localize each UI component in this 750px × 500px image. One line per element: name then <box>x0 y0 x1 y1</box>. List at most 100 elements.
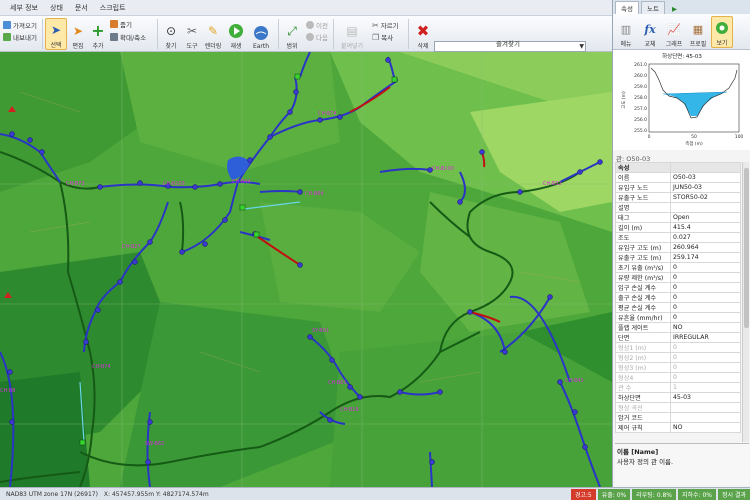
svg-text:100: 100 <box>735 134 744 140</box>
profile-tool-button[interactable]: ▦ 프로필 <box>687 16 709 49</box>
property-row[interactable]: 설명 <box>615 202 741 213</box>
graph-tool-button[interactable]: 📈 그래프 <box>663 16 685 49</box>
property-value[interactable]: 0 <box>670 282 741 293</box>
prev-button[interactable]: 이전 <box>306 20 328 30</box>
property-value[interactable] <box>670 202 741 213</box>
property-value[interactable]: 259.174 <box>670 252 741 263</box>
menu-details[interactable]: 세부 정보 <box>4 3 44 13</box>
property-value[interactable]: 0 <box>670 302 741 313</box>
svg-text:CH-B74: CH-B74 <box>92 364 111 370</box>
property-row[interactable]: 형상2 (m) 0 <box>615 352 741 363</box>
property-row[interactable]: 이름 O50-03 <box>615 172 741 183</box>
replace-tool-button[interactable]: fx 교체 <box>639 16 661 49</box>
property-row[interactable]: 유흔율 (mm/hr) 0 <box>615 312 741 323</box>
property-value[interactable]: 0 <box>670 352 741 363</box>
paste-button[interactable]: ▤ 붙여넣기 <box>338 18 366 50</box>
tab-more-icon[interactable]: ▶ <box>667 4 682 14</box>
property-key: 길이 (m) <box>615 222 671 233</box>
property-value[interactable] <box>670 402 741 413</box>
property-value[interactable]: 260.964 <box>670 242 741 253</box>
property-value[interactable]: JUN50-03 <box>670 182 741 193</box>
warning-badge[interactable]: 경고:5 <box>570 489 596 500</box>
panel-toolbar: ▥ 메뉴 fx 교체 📈 그래프 ▦ 프로필 보기 <box>613 14 750 50</box>
property-row[interactable]: 유량 제한 (m³/s) 0 <box>615 272 741 283</box>
select-button[interactable]: ➤ 선택 <box>45 18 67 50</box>
property-row[interactable]: 형상 곡선 <box>615 402 741 413</box>
menu-status[interactable]: 상태 <box>44 3 69 13</box>
property-row[interactable]: 제어 규칙 NO <box>615 422 741 433</box>
import-button[interactable]: 가져오기 <box>3 20 37 30</box>
property-row[interactable]: 형상4 0 <box>615 372 741 383</box>
property-value[interactable]: NO <box>670 422 741 433</box>
runoff-badge[interactable]: 유출: 0% <box>597 489 631 500</box>
property-row[interactable]: 형상1 (m) 0 <box>615 342 741 353</box>
render-button[interactable]: ✎ 렌더링 <box>202 18 224 50</box>
property-value[interactable] <box>670 412 741 423</box>
property-value[interactable] <box>670 162 741 173</box>
property-row[interactable]: 조도 0.027 <box>615 232 741 243</box>
property-row[interactable]: 길이 (m) 415.4 <box>615 222 741 233</box>
property-row[interactable]: 평균 손실 계수 0 <box>615 302 741 313</box>
add-button[interactable]: + 추가 <box>87 18 109 51</box>
property-value[interactable]: 0 <box>670 342 741 353</box>
range-button[interactable]: ⤢ 범위 <box>281 18 303 50</box>
find-button[interactable]: ⊙ 찾기 <box>160 18 182 50</box>
property-value[interactable]: 0 <box>670 362 741 373</box>
property-row[interactable]: 속성 <box>615 162 741 173</box>
next-button[interactable]: 다음 <box>306 32 328 42</box>
property-value[interactable]: IRREGULAR <box>670 332 741 343</box>
property-row[interactable]: 형상3 (m) 0 <box>615 362 741 373</box>
tab-notes[interactable]: 노트 <box>640 1 665 14</box>
menu-script[interactable]: 스크립트 <box>94 3 132 13</box>
property-value[interactable]: 0 <box>670 372 741 383</box>
tools-button[interactable]: ✂ 도구 <box>181 18 203 50</box>
edit-button[interactable]: ➤ 편집 <box>67 18 89 50</box>
property-value[interactable]: 415.4 <box>670 222 741 233</box>
property-row[interactable]: 유입구 고도 (m) 260.964 <box>615 242 741 253</box>
play-button[interactable]: 재생 <box>225 18 247 50</box>
crs-dropdown[interactable]: NAD83 UTM zone 17N (26917) <box>6 491 98 498</box>
property-value[interactable]: STOR50-02 <box>670 192 741 203</box>
property-row[interactable]: 유입구 노드 JUN50-03 <box>615 182 741 193</box>
property-row[interactable]: 단면 IRREGULAR <box>615 332 741 343</box>
property-row[interactable]: 입구 손실 계수 0 <box>615 282 741 293</box>
property-row[interactable]: 유출구 고도 (m) 259.174 <box>615 252 741 263</box>
menu-tool-button[interactable]: ▥ 메뉴 <box>615 16 637 49</box>
zoom-button[interactable]: 줌기 <box>110 19 132 29</box>
properties-grid[interactable]: 속성 이름 O50-03 유입구 노드 JUN50-03 유출구 노드 STOR50-02 설… <box>615 162 741 433</box>
zoom-fit-button[interactable]: 확대/축소 <box>110 32 146 42</box>
property-value[interactable]: 0 <box>670 262 741 273</box>
property-row[interactable]: 하상단면 45-03 <box>615 392 741 403</box>
property-value[interactable]: 45-03 <box>670 392 741 403</box>
property-value[interactable]: 0.027 <box>670 232 741 243</box>
groundwater-badge[interactable]: 지하수: 0% <box>677 489 716 500</box>
property-row[interactable]: 유출구 노드 STOR50-02 <box>615 192 741 203</box>
map-canvas[interactable]: CH-B72 CH-B105 CH-B44 CH-B74 CH-B64 CH-B… <box>0 52 612 487</box>
property-value[interactable]: 0 <box>670 292 741 303</box>
property-row[interactable]: 관 수1 <box>615 382 741 393</box>
earth-button[interactable]: Earth <box>250 18 272 50</box>
tab-properties[interactable]: 속성 <box>615 1 639 14</box>
property-value[interactable]: 0 <box>670 312 741 323</box>
property-value[interactable]: NO <box>670 322 741 333</box>
property-row[interactable]: 출구 손실 계수 0 <box>615 292 741 303</box>
property-row[interactable]: 암거 코드 <box>615 412 741 423</box>
view-tool-button[interactable]: 보기 <box>711 16 733 48</box>
cut-button[interactable]: ✂ 자르기 <box>372 20 399 31</box>
results-badge[interactable]: 정시 결과 <box>718 489 750 500</box>
properties-scrollbar[interactable] <box>742 162 749 442</box>
svg-text:50: 50 <box>691 134 697 140</box>
export-button[interactable]: 내보내기 <box>3 32 37 42</box>
routing-badge[interactable]: 라우팅: 0.8% <box>632 489 676 500</box>
property-row[interactable]: 태그 Open <box>615 212 741 223</box>
menu-document[interactable]: 문서 <box>69 3 94 13</box>
property-row[interactable]: 플랩 게이트 NO <box>615 322 741 333</box>
property-value[interactable]: O50-03 <box>670 172 741 183</box>
delete-button[interactable]: ✖ 삭제 <box>412 18 434 50</box>
scroll-thumb[interactable] <box>744 168 749 328</box>
property-value[interactable]: 0 <box>670 272 741 283</box>
property-row[interactable]: 초기 유출 (m³/s) 0 <box>615 262 741 273</box>
property-value[interactable]: 1 <box>670 382 741 393</box>
copy-button[interactable]: ❐ 복사 <box>372 32 393 43</box>
property-value[interactable]: Open <box>670 212 741 223</box>
